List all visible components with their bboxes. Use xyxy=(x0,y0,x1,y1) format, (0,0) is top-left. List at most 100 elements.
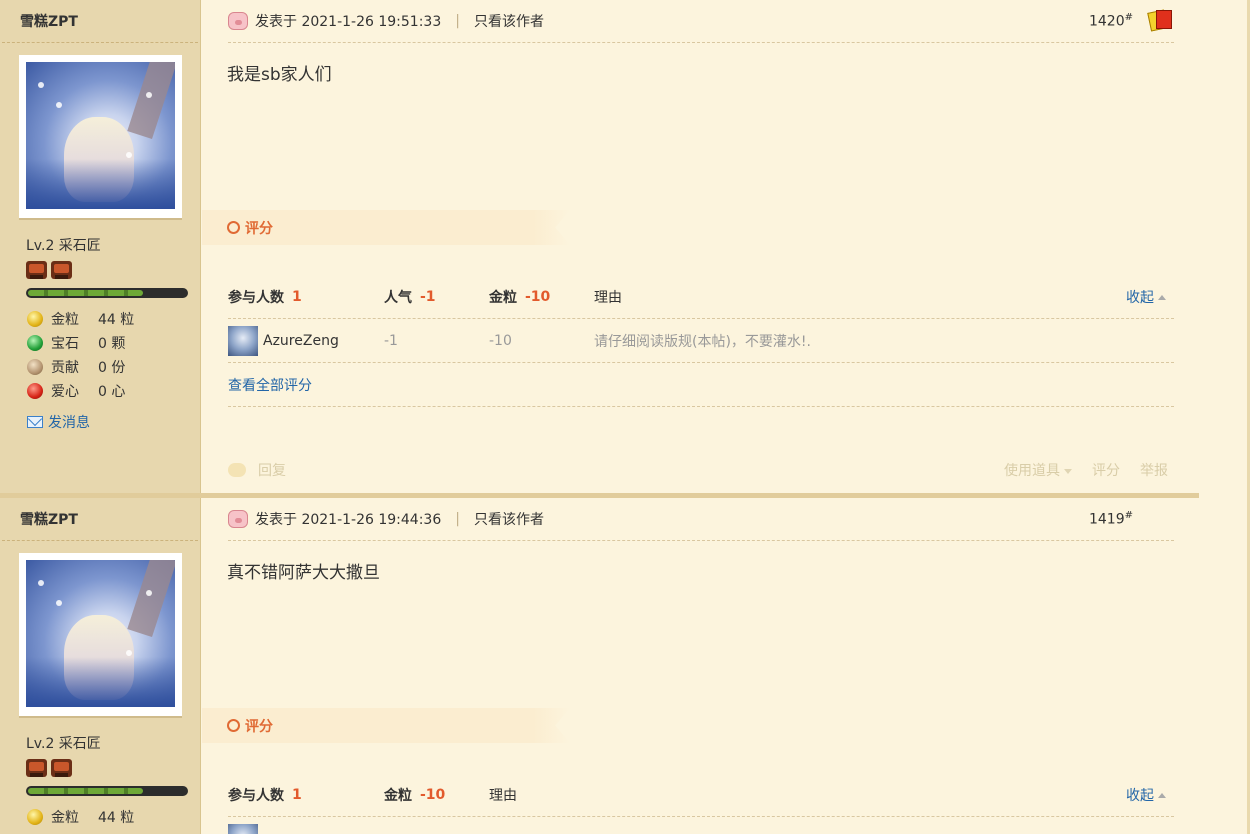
online-status-icon xyxy=(228,510,248,528)
participants-header: 参与人数 1 xyxy=(228,289,302,306)
meta-separator: | xyxy=(455,13,460,29)
stat-label: 宝石 xyxy=(51,336,79,352)
post-meta: 发表于 2021-1-26 19:44:36 | 只看该作者 xyxy=(228,498,1174,541)
rating-label: 评分 xyxy=(245,718,273,735)
popularity-total: -1 xyxy=(420,289,436,305)
stat-gold: 金粒 44 粒 xyxy=(27,307,134,331)
contribution-icon xyxy=(27,359,43,375)
stat-love: 爱心 0 心 xyxy=(27,379,134,403)
avatar[interactable] xyxy=(19,55,182,218)
gold-total: -10 xyxy=(420,787,446,803)
author-name[interactable]: 雪糕ZPT xyxy=(20,509,78,529)
gold-value: -10 xyxy=(489,333,512,349)
gold-header: 金粒 -10 xyxy=(489,289,551,306)
stat-contribution: 贡献 0 份 xyxy=(27,355,134,379)
rater-avatar[interactable] xyxy=(228,824,258,834)
stat-value: 44 粒 xyxy=(98,312,135,328)
gold-coin-icon xyxy=(27,311,43,327)
post-timestamp: 发表于 2021-1-26 19:44:36 xyxy=(255,512,442,528)
stat-value: 44 粒 xyxy=(98,810,135,826)
send-message-label: 发消息 xyxy=(48,415,90,431)
caret-up-icon xyxy=(1158,294,1166,300)
stat-label: 金粒 xyxy=(51,312,79,328)
stat-label: 贡献 xyxy=(51,360,79,376)
report-button[interactable]: 举报 xyxy=(1140,460,1168,480)
floor-value: 1419 xyxy=(1088,511,1125,528)
collapse-button[interactable]: 收起 xyxy=(1126,773,1166,817)
mail-icon xyxy=(27,416,43,428)
level-progress-bar xyxy=(26,288,188,298)
stat-value: 0 心 xyxy=(98,384,126,400)
floor-mark: # xyxy=(1124,12,1133,23)
reason-header: 理由 xyxy=(594,290,622,306)
popularity-value: -1 xyxy=(384,333,398,349)
rating-label: 评分 xyxy=(245,220,273,237)
medal-icon[interactable] xyxy=(51,759,72,777)
participants-count: 1 xyxy=(292,289,302,305)
post-message: 真不错阿萨大大撒旦 xyxy=(227,563,380,583)
user-stats: 金粒 44 粒 宝石 0 颗 贡献 0 份 爱心 0 心 xyxy=(27,307,134,403)
caret-up-icon xyxy=(1158,792,1166,798)
rating-row xyxy=(228,817,1174,834)
participants-header: 参与人数 1 xyxy=(228,787,302,804)
participants-count: 1 xyxy=(292,787,302,803)
level-progress-bar xyxy=(26,786,188,796)
medal-icon[interactable] xyxy=(51,261,72,279)
rating-table: 参与人数 1 人气 -1 金粒 -10 理由 收起 AzureZeng -1 -10 … xyxy=(228,275,1174,407)
avatar[interactable] xyxy=(19,553,182,716)
post-1420: 雪糕ZPT Lv.2 采石匠 金粒 44 粒 宝石 0 颗 贡献 0 份 爱心 0 心 xyxy=(0,0,1199,494)
meta-separator: | xyxy=(455,511,460,527)
author-sidebar: 雪糕ZPT Lv.2 采石匠 金粒 44 粒 xyxy=(0,498,201,834)
gold-coin-icon xyxy=(27,809,43,825)
only-author-link[interactable]: 只看该作者 xyxy=(474,11,544,31)
author-name[interactable]: 雪糕ZPT xyxy=(20,11,78,31)
rater-cell[interactable] xyxy=(228,817,263,834)
use-tool-button[interactable]: 使用道具 xyxy=(1004,460,1072,480)
author-sidebar: 雪糕ZPT Lv.2 采石匠 金粒 44 粒 宝石 0 颗 贡献 0 份 爱心 0 心 xyxy=(0,0,201,494)
collapse-button[interactable]: 收起 xyxy=(1126,275,1166,319)
stat-label: 爱心 xyxy=(51,384,79,400)
rating-circle-icon xyxy=(227,719,240,732)
sidebar-divider xyxy=(2,42,198,43)
post-meta: 发表于 2021-1-26 19:51:33 | 只看该作者 xyxy=(228,0,1174,43)
rating-row: AzureZeng -1 -10 请仔细阅读版规(本帖)，不要灌水!. xyxy=(228,319,1174,363)
user-level: Lv.2 采石匠 xyxy=(26,238,101,254)
medal-icon[interactable] xyxy=(26,261,47,279)
thread-page: 雪糕ZPT Lv.2 采石匠 金粒 44 粒 宝石 0 颗 贡献 0 份 爱心 0 心 xyxy=(0,0,1250,834)
rating-header: 评分 xyxy=(202,210,570,245)
stat-gold: 金粒 44 粒 xyxy=(27,805,134,829)
user-stats: 金粒 44 粒 xyxy=(27,805,134,829)
post-timestamp: 发表于 2021-1-26 19:51:33 xyxy=(255,14,442,30)
floor-value: 1420 xyxy=(1088,13,1125,30)
reply-button[interactable]: 回复 xyxy=(258,460,286,480)
stat-gem: 宝石 0 颗 xyxy=(27,331,134,355)
medal-icon[interactable] xyxy=(26,759,47,777)
rater-avatar[interactable] xyxy=(228,326,258,356)
rating-table-header: 参与人数 1 金粒 -10 理由 收起 xyxy=(228,773,1174,817)
post-actions-right: 使用道具 评分 举报 xyxy=(1004,452,1168,488)
send-message-link[interactable]: 发消息 xyxy=(27,412,90,432)
view-all-ratings-link[interactable]: 查看全部评分 xyxy=(228,363,1174,407)
medals xyxy=(26,759,72,777)
post-content-area: 发表于 2021-1-26 19:51:33 | 只看该作者 1420# 我是s… xyxy=(202,0,1199,494)
heart-icon xyxy=(27,383,43,399)
rating-circle-icon xyxy=(227,221,240,234)
reason-header: 理由 xyxy=(489,788,517,804)
gold-total: -10 xyxy=(525,289,551,305)
post-content-area: 发表于 2021-1-26 19:44:36 | 只看该作者 1419# 真不错… xyxy=(202,498,1199,834)
avatar-image xyxy=(26,62,175,209)
rater-name[interactable]: AzureZeng xyxy=(263,333,339,349)
card-icon[interactable] xyxy=(1147,9,1173,32)
sidebar-divider xyxy=(2,540,198,541)
online-status-icon xyxy=(228,12,248,30)
rater-cell[interactable]: AzureZeng xyxy=(228,319,339,363)
floor-number[interactable]: 1419# xyxy=(1089,510,1133,528)
reply-icon xyxy=(228,463,246,477)
reason-value: 请仔细阅读版规(本帖)，不要灌水!. xyxy=(594,334,811,350)
stat-value: 0 份 xyxy=(98,360,126,376)
medals xyxy=(26,261,72,279)
popularity-header: 人气 -1 xyxy=(384,289,436,306)
floor-number[interactable]: 1420# xyxy=(1089,12,1133,30)
only-author-link[interactable]: 只看该作者 xyxy=(474,509,544,529)
rate-button[interactable]: 评分 xyxy=(1092,460,1120,480)
